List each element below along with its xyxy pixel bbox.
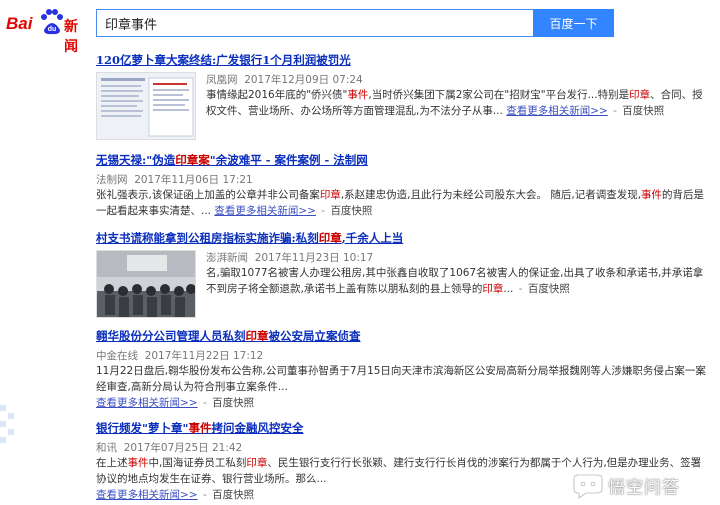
result-meta: 中金在线 2017年11月22日 17:12: [96, 348, 708, 363]
svg-text:du: du: [48, 26, 57, 33]
result-item: 翱华股份分公司管理人员私刻印章被公安局立案侦查 中金在线 2017年11月22日…: [96, 328, 708, 411]
baidu-news-logo[interactable]: Bai du 新闻: [6, 8, 90, 55]
result-item: 120亿萝卜章大案终结:广发银行1个月利润被罚光 凤凰网 2017年12月09日…: [96, 52, 708, 140]
baidu-snapshot-link[interactable]: 百度快照: [622, 105, 664, 117]
result-time: 2017年11月22日 17:12: [144, 350, 264, 362]
search-button[interactable]: 百度一下: [533, 9, 614, 37]
more-related-news-link[interactable]: 查看更多相关新闻>>: [96, 397, 198, 409]
result-snippet: 11月22日盘后,翱华股份发布公告称,公司董事孙智勇于7月15日向天津市滨海新区…: [96, 365, 706, 409]
result-thumbnail[interactable]: [96, 250, 196, 318]
result-meta: 和讯 2017年07月25日 21:42: [96, 440, 708, 455]
result-time: 2017年11月06日 17:21: [134, 174, 253, 186]
result-thumbnail[interactable]: [96, 72, 196, 140]
wukong-watermark: 悟空问答: [572, 471, 712, 499]
result-item: 无锡天禄:"伪造印章案"余波难平 - 案件案例 - 法制网 法制网 2017年1…: [96, 152, 708, 219]
result-meta: 凤凰网 2017年12月09日 07:24: [206, 72, 708, 87]
result-time: 2017年07月25日 21:42: [123, 442, 243, 454]
wukong-logo-icon: [572, 473, 604, 499]
result-title-link[interactable]: 银行频发"萝卜章"事件拷问金融风控安全: [96, 420, 708, 436]
result-title-link[interactable]: 翱华股份分公司管理人员私刻印章被公安局立案侦查: [96, 328, 708, 344]
result-snippet: 张礼强表示,该保证函上加盖的公章并非公司备案印章,系赵建忠伪造,且此行为未经公司…: [96, 189, 705, 217]
header: Bai du 新闻 百度一下: [0, 0, 720, 55]
logo-bai-text: Bai: [6, 14, 33, 33]
result-source: 和讯: [96, 442, 117, 454]
more-related-news-link[interactable]: 查看更多相关新闻>>: [96, 489, 198, 501]
result-source: 凤凰网: [206, 74, 238, 86]
result-source: 澎湃新闻: [206, 252, 248, 264]
side-decoration: [0, 405, 24, 445]
result-title-link[interactable]: 无锡天禄:"伪造印章案"余波难平 - 案件案例 - 法制网: [96, 152, 708, 168]
result-time: 2017年11月23日 10:17: [254, 252, 374, 264]
document-thumbnail-icon: [97, 73, 195, 139]
result-title-link[interactable]: 120亿萝卜章大案终结:广发银行1个月利润被罚光: [96, 52, 708, 68]
result-time: 2017年12月09日 07:24: [244, 74, 363, 86]
baidu-snapshot-link[interactable]: 百度快照: [330, 205, 372, 217]
result-title-link[interactable]: 村支书谎称能拿到公租房指标实施诈骗:私刻印章,千余人上当: [96, 230, 708, 246]
result-snippet: 名,骗取1077名被害人办理公租房,其中张鑫自收取了1067名被害人的保证金,出…: [206, 267, 704, 295]
logo-news-text: 新闻: [64, 19, 78, 55]
result-meta: 法制网 2017年11月06日 17:21: [96, 172, 708, 187]
result-item: 村支书谎称能拿到公租房指标实施诈骗:私刻印章,千余人上当 澎湃新闻 2017年1…: [96, 230, 708, 318]
result-snippet: 事情缘起2016年底的"侨兴债"事件,当时侨兴集团下属2家公司在"招财宝"平台发…: [206, 89, 703, 117]
baidu-snapshot-link[interactable]: 百度快照: [212, 489, 254, 501]
result-source: 中金在线: [96, 350, 138, 362]
baidu-snapshot-link[interactable]: 百度快照: [528, 283, 570, 295]
courtroom-photo-icon: [97, 251, 195, 317]
result-source: 法制网: [96, 174, 128, 186]
search-input[interactable]: [96, 9, 534, 37]
result-meta: 澎湃新闻 2017年11月23日 10:17: [206, 250, 708, 265]
baidu-paw-icon: du: [41, 9, 63, 35]
baidu-snapshot-link[interactable]: 百度快照: [212, 397, 254, 409]
more-related-news-link[interactable]: 查看更多相关新闻>>: [506, 105, 608, 117]
more-related-news-link[interactable]: 查看更多相关新闻>>: [214, 205, 316, 217]
watermark-text: 悟空问答: [608, 478, 680, 498]
